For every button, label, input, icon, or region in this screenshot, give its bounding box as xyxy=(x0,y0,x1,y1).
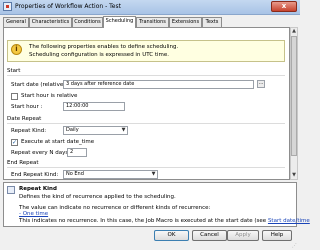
help-panel: Repeat Kind Defines the kind of recurren… xyxy=(3,182,310,227)
start-date-browse-button[interactable]: ... xyxy=(257,80,265,88)
help-button[interactable]: Help xyxy=(262,230,292,241)
apply-button[interactable]: Apply xyxy=(227,230,259,241)
repeat-kind-label: Repeat Kind: xyxy=(11,128,47,134)
title-bar: Properties of Workflow Action - Test x xyxy=(0,0,300,15)
chevron-down-icon: ▼ xyxy=(121,127,126,133)
scroll-thumb[interactable] xyxy=(291,36,297,156)
divider xyxy=(7,167,285,168)
tab-strip: General Characteristics Conditions Sched… xyxy=(3,16,297,28)
end-repeat-kind-label: End Repeat Kind: xyxy=(11,172,59,178)
tab-extensions[interactable]: Extensions xyxy=(169,17,202,27)
scroll-down-icon[interactable]: ▼ xyxy=(291,172,297,179)
section-start: Start xyxy=(7,68,21,74)
vertical-scrollbar[interactable]: ▲ ▼ xyxy=(290,27,298,180)
tab-transitions[interactable]: Transitions xyxy=(136,17,169,27)
app-icon xyxy=(3,2,12,11)
start-hour-label: Start hour : xyxy=(11,104,43,110)
cancel-button[interactable]: Cancel xyxy=(192,230,227,241)
help-document-icon xyxy=(7,186,15,194)
info-icon: i xyxy=(11,44,22,55)
info-line-1: The following properties enables to defi… xyxy=(29,44,179,50)
start-date-label: Start date (relative): xyxy=(11,82,68,88)
ok-button[interactable]: OK xyxy=(154,230,189,241)
start-date-field[interactable]: 3 days after reference date xyxy=(63,80,254,89)
help-bullet-link[interactable]: - One time xyxy=(19,211,48,217)
repeat-every-field[interactable]: 2 xyxy=(67,148,87,157)
repeat-kind-value: Daily xyxy=(66,127,79,133)
start-hour-field[interactable]: 12:00:00 xyxy=(63,102,125,111)
tab-texts[interactable]: Texts xyxy=(202,17,222,27)
end-repeat-kind-select[interactable]: No End ▼ xyxy=(63,170,158,179)
info-box: i The following properties enables to de… xyxy=(7,40,285,62)
help-title: Repeat Kind xyxy=(19,186,57,192)
tab-scheduling[interactable]: Scheduling xyxy=(103,16,136,28)
execute-at-start-checkbox[interactable]: ✓ xyxy=(11,139,18,146)
divider xyxy=(7,75,285,76)
help-line-3: This indicates no recurrence. In this ca… xyxy=(19,218,310,224)
resize-grip-icon[interactable]: ⋰ xyxy=(292,243,298,249)
info-line-2: Scheduling configuration is expressed in… xyxy=(29,52,170,58)
window-title: Properties of Workflow Action - Test xyxy=(15,3,121,10)
section-date-repeat: Date Repeat xyxy=(7,116,42,122)
execute-at-start-label: Execute at start date_time xyxy=(21,139,95,145)
help-line-3-text: This indicates no recurrence. In this ca… xyxy=(19,218,268,224)
help-line-1: Defines the kind of recurrence applied t… xyxy=(19,194,176,200)
divider xyxy=(7,123,285,124)
start-hour-relative-checkbox[interactable] xyxy=(11,93,18,100)
start-hour-relative-label: Start hour is relative xyxy=(21,93,78,99)
tab-general[interactable]: General xyxy=(3,17,29,27)
section-end-repeat: End Repeat xyxy=(7,160,39,166)
tab-characteristics[interactable]: Characteristics xyxy=(29,17,72,27)
repeat-kind-select[interactable]: Daily ▼ xyxy=(63,126,128,135)
start-date-time-link[interactable]: Start date/time xyxy=(268,218,310,224)
close-button[interactable]: x xyxy=(271,1,297,12)
scroll-up-icon[interactable]: ▲ xyxy=(291,28,297,35)
end-repeat-kind-value: No End xyxy=(66,171,84,177)
repeat-every-label: Repeat every N days: xyxy=(11,150,71,156)
tab-conditions[interactable]: Conditions xyxy=(72,17,103,27)
chevron-down-icon: ▼ xyxy=(151,171,156,177)
